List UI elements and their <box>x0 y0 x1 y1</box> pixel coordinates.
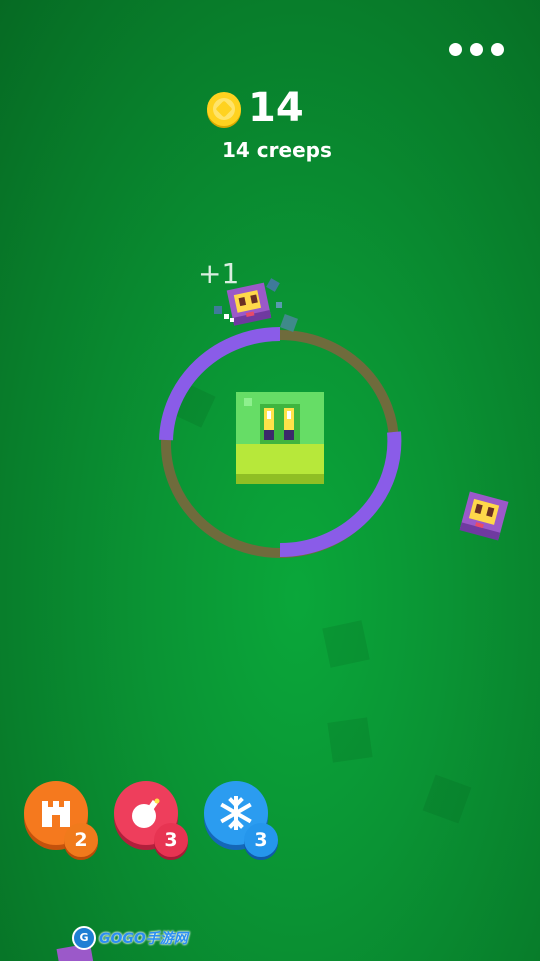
freeze-powerup-button[interactable]: 3 <box>204 781 278 857</box>
snowflake-icon <box>220 796 252 830</box>
watermark-text: GOGO手游网 <box>99 931 188 947</box>
watermark-logo-icon: G <box>72 926 96 950</box>
bomb-powerup-button[interactable]: 3 <box>114 781 188 857</box>
castle-count-badge: 2 <box>64 823 98 857</box>
castle-icon <box>42 801 70 827</box>
freeze-count-badge: 3 <box>244 823 278 857</box>
bomb-count-badge: 3 <box>154 823 188 857</box>
player-block[interactable] <box>236 392 324 484</box>
watermark: G GOGO手游网 <box>72 926 188 950</box>
hit-popup-text: +1 <box>198 257 240 290</box>
bomb-icon <box>132 798 160 828</box>
castle-powerup-button[interactable]: 2 <box>24 781 98 857</box>
creep-enemy[interactable] <box>459 491 509 541</box>
